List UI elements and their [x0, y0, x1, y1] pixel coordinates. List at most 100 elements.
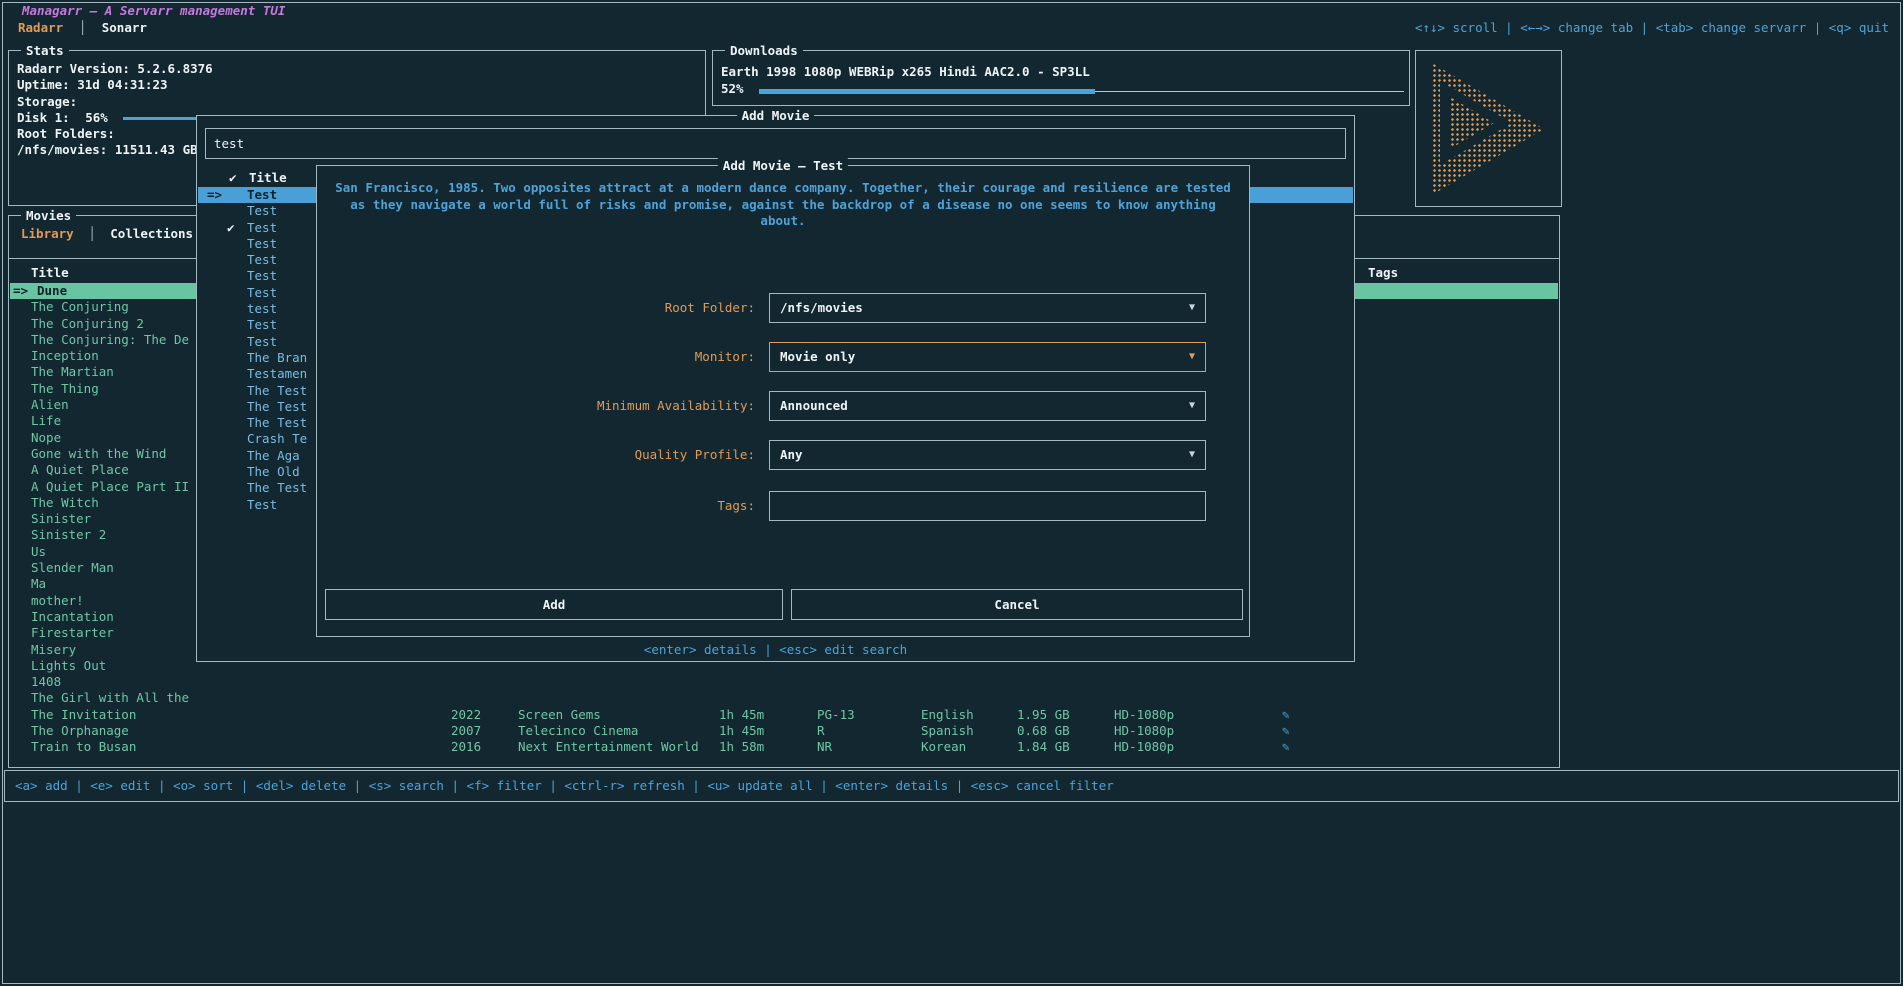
movie-title: mother! [31, 593, 84, 609]
movie-title: Ma [31, 576, 46, 592]
cancel-button[interactable]: Cancel [791, 589, 1243, 620]
movie-year: 2016 [451, 739, 481, 755]
add-result-title: The Test [247, 383, 307, 399]
quality-profile-label: Quality Profile: [317, 440, 757, 470]
add-result-title: The Test [247, 415, 307, 431]
movie-quality: HD-1080p [1114, 707, 1174, 723]
movie-language: Korean [921, 739, 966, 755]
storage-label: Storage: [9, 94, 705, 110]
download-percent: 52% [721, 81, 744, 96]
stats-panel-title: Stats [21, 43, 69, 58]
chevron-down-icon: ▼ [1189, 294, 1195, 322]
movie-language: English [921, 707, 974, 723]
add-result-title: The Aga [247, 448, 300, 464]
tags-label: Tags: [317, 491, 757, 521]
movies-panel-title: Movies [21, 208, 76, 223]
movie-title: The Witch [31, 495, 99, 511]
movie-quality: HD-1080p [1114, 723, 1174, 739]
add-result-title: The Bran [247, 350, 307, 366]
movie-size: 1.84 GB [1017, 739, 1070, 755]
movie-title: Sinister [31, 511, 91, 527]
add-button-label: Add [543, 597, 566, 612]
movie-runtime: 1h 45m [719, 707, 764, 723]
disk-label: Disk 1: [17, 110, 70, 125]
movie-title: The Thing [31, 381, 99, 397]
movie-title: The Conjuring: The De [31, 332, 189, 348]
movie-rating: R [817, 723, 825, 739]
add-result-title: Test [247, 317, 277, 333]
movie-row[interactable]: The Girl with All the [10, 690, 1558, 706]
selection-arrow: => [207, 187, 222, 203]
movie-row[interactable]: The Orphanage2007Telecinco Cinema1h 45mR… [10, 723, 1558, 739]
tab-sonarr[interactable]: Sonarr [102, 20, 147, 35]
tab-radarr[interactable]: Radarr [18, 20, 63, 35]
modal-title: Add Movie — Test [718, 158, 848, 173]
add-result-title: Test [247, 252, 277, 268]
selection-arrow: => [13, 283, 28, 299]
monitor-dropdown[interactable]: Movie only ▼ [769, 342, 1206, 372]
movie-title: Alien [31, 397, 69, 413]
movie-description: San Francisco, 1985. Two opposites attra… [328, 180, 1238, 230]
movies-tabbar: Library │ Collections │ [21, 226, 222, 241]
movie-search-input[interactable]: test [205, 128, 1346, 159]
footer-keybindings: <a> add | <e> edit | <o> sort | <del> de… [15, 778, 1114, 793]
movie-title: Lights Out [31, 658, 106, 674]
add-result-title: Testamen [247, 366, 307, 382]
movie-quality: HD-1080p [1114, 739, 1174, 755]
quality-profile-dropdown[interactable]: Any ▼ [769, 440, 1206, 470]
add-movie-keybindings: <enter> details | <esc> edit search [197, 642, 1354, 657]
movie-title: A Quiet Place Part II [31, 479, 189, 495]
movie-title: Gone with the Wind [31, 446, 166, 462]
tab-divider: │ [79, 20, 87, 35]
add-result-title: Test [247, 268, 277, 284]
tags-field: Tags: [317, 491, 1249, 521]
add-result-title: Test [247, 236, 277, 252]
movie-title: Incantation [31, 609, 114, 625]
movie-studio: Next Entertainment World [518, 739, 699, 755]
tags-input[interactable] [769, 491, 1206, 521]
logo-panel [1415, 50, 1562, 207]
minimum-availability-value: Announced [780, 392, 848, 420]
add-result-title: Test [247, 497, 277, 513]
minimum-availability-dropdown[interactable]: Announced ▼ [769, 391, 1206, 421]
tab-library[interactable]: Library [21, 226, 74, 241]
tab-collections[interactable]: Collections [110, 226, 193, 241]
movie-title: Firestarter [31, 625, 114, 641]
uptime: Uptime: 31d 04:31:23 [9, 77, 705, 93]
edit-pencil-icon[interactable]: ✎ [1282, 723, 1290, 739]
radarr-version: Radarr Version: 5.2.6.8376 [9, 61, 705, 77]
chevron-down-icon: ▼ [1189, 392, 1195, 420]
quality-profile-field: Quality Profile: Any ▼ [317, 440, 1249, 470]
edit-pencil-icon[interactable]: ✎ [1282, 707, 1290, 723]
movie-title: Sinister 2 [31, 527, 106, 543]
chevron-down-icon: ▼ [1189, 441, 1195, 469]
movie-year: 2022 [451, 707, 481, 723]
downloads-panel-title: Downloads [725, 43, 803, 58]
add-result-title: Test [247, 220, 277, 236]
movie-size: 1.95 GB [1017, 707, 1070, 723]
download-progress-line: 52% [721, 80, 1401, 97]
quality-profile-value: Any [780, 441, 803, 469]
movie-row[interactable]: 1408 [10, 674, 1558, 690]
movie-size: 0.68 GB [1017, 723, 1070, 739]
downloads-body: Earth 1998 1080p WEBRip x265 Hindi AAC2.… [721, 63, 1401, 97]
movie-row[interactable]: Train to Busan2016Next Entertainment Wor… [10, 739, 1558, 755]
movie-row[interactable]: The Invitation2022Screen Gems1h 45mPG-13… [10, 707, 1558, 723]
movie-title: Nope [31, 430, 61, 446]
movie-title: Life [31, 413, 61, 429]
add-button[interactable]: Add [325, 589, 783, 620]
check-icon: ✔ [227, 220, 235, 236]
movie-language: Spanish [921, 723, 974, 739]
movie-title: Us [31, 544, 46, 560]
add-result-title: The Old [247, 464, 300, 480]
search-input-value: test [214, 136, 244, 151]
results-column-header-title: Title [249, 170, 287, 185]
root-folder-dropdown[interactable]: /nfs/movies ▼ [769, 293, 1206, 323]
add-result-title: Test [247, 285, 277, 301]
edit-pencil-icon[interactable]: ✎ [1282, 739, 1290, 755]
movie-title: The Invitation [31, 707, 136, 723]
movie-runtime: 1h 58m [719, 739, 764, 755]
movie-rating: PG-13 [817, 707, 855, 723]
download-item: Earth 1998 1080p WEBRip x265 Hindi AAC2.… [721, 63, 1401, 80]
add-result-title: test [247, 301, 277, 317]
